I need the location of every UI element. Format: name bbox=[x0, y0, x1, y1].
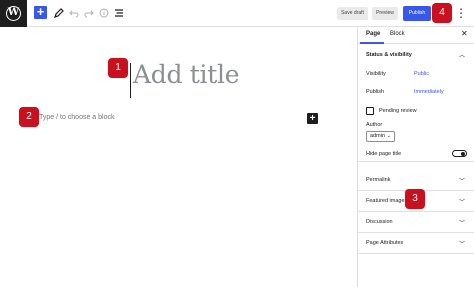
close-icon[interactable]: ✕ bbox=[461, 29, 468, 38]
sidebar-tabs: Page Block ✕ bbox=[358, 27, 474, 44]
chevron-down-icon: ﹀ bbox=[459, 221, 466, 227]
editor-toolbar: W + Save draft Preview Publish ⋮ bbox=[0, 0, 474, 27]
toggle-knob bbox=[461, 152, 465, 156]
callout-marker-2: 2 bbox=[19, 107, 39, 127]
publish-date-value[interactable]: Immediately bbox=[414, 89, 444, 95]
more-options-icon[interactable]: ⋮ bbox=[455, 5, 467, 21]
chevron-down-icon: ﹀ bbox=[459, 200, 466, 206]
pending-review-checkbox[interactable] bbox=[366, 107, 374, 115]
list-view-icon[interactable] bbox=[112, 6, 126, 20]
tab-page[interactable]: Page bbox=[366, 31, 380, 37]
save-draft-button[interactable]: Save draft bbox=[337, 7, 368, 20]
inline-add-block-button[interactable]: + bbox=[307, 113, 318, 124]
callout-marker-3: 3 bbox=[405, 189, 425, 209]
discussion-title: Discussion bbox=[366, 219, 393, 225]
block-placeholder[interactable]: Type / to choose a block bbox=[39, 114, 115, 121]
author-select[interactable]: admin ⌄ bbox=[366, 131, 395, 142]
permalink-title: Permalink bbox=[366, 177, 391, 183]
block-editor: W + Save draft Preview Publish ⋮ Add tit… bbox=[0, 0, 474, 287]
status-visibility-panel: Status & visibility ︿ Visibility Public … bbox=[358, 44, 474, 162]
preview-button[interactable]: Preview bbox=[372, 7, 398, 20]
callout-marker-4: 4 bbox=[432, 3, 452, 23]
chevron-down-icon: ﹀ bbox=[459, 179, 466, 185]
author-label: Author bbox=[366, 122, 383, 128]
wordpress-logo[interactable]: W bbox=[0, 0, 27, 27]
featured-image-title: Featured image bbox=[366, 198, 405, 204]
discussion-panel[interactable]: Discussion ﹀ bbox=[358, 212, 474, 233]
wordpress-logo-mark: W bbox=[6, 6, 21, 21]
title-caret bbox=[130, 63, 131, 98]
status-visibility-title[interactable]: Status & visibility bbox=[366, 52, 412, 58]
hide-title-toggle[interactable] bbox=[452, 150, 467, 157]
tab-block[interactable]: Block bbox=[390, 31, 405, 37]
chevron-down-icon: ﹀ bbox=[459, 242, 466, 248]
hide-title-label: Hide page title bbox=[366, 151, 402, 157]
author-select-value: admin bbox=[370, 133, 385, 139]
chevron-up-icon[interactable]: ︿ bbox=[459, 50, 465, 59]
permalink-panel[interactable]: Permalink ﹀ bbox=[358, 170, 474, 191]
page-attributes-panel[interactable]: Page Attributes ﹀ bbox=[358, 233, 474, 254]
visibility-value[interactable]: Public bbox=[414, 71, 429, 77]
undo-icon[interactable] bbox=[67, 6, 81, 20]
visibility-label: Visibility bbox=[366, 71, 386, 77]
pending-review-label: Pending review bbox=[379, 108, 417, 114]
callout-marker-1: 1 bbox=[108, 58, 128, 78]
settings-sidebar: Page Block ✕ Status & visibility ︿ Visib… bbox=[357, 27, 474, 287]
publish-button[interactable]: Publish bbox=[403, 6, 431, 21]
edit-tool-icon[interactable] bbox=[52, 6, 66, 20]
add-block-button[interactable]: + bbox=[34, 5, 47, 19]
chevron-down-icon: ⌄ bbox=[386, 133, 391, 139]
redo-icon[interactable] bbox=[82, 6, 96, 20]
details-info-icon[interactable] bbox=[97, 6, 111, 20]
title-input[interactable]: Add title bbox=[133, 60, 239, 89]
publish-label: Publish bbox=[366, 89, 385, 95]
page-attributes-title: Page Attributes bbox=[366, 240, 404, 246]
